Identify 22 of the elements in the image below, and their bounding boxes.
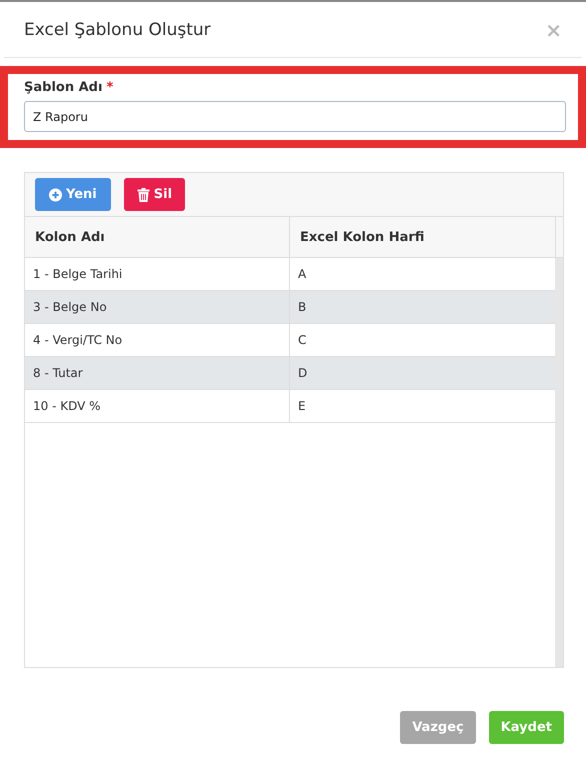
required-mark: * <box>106 80 114 95</box>
trash-icon <box>136 188 150 202</box>
delete-button[interactable]: Sil <box>124 178 186 211</box>
table-cell: 1 - Belge Tarihi <box>25 258 290 290</box>
input-field[interactable]: Z Raporu <box>24 101 566 132</box>
table-cell: 4 - Vergi/TC No <box>25 324 290 356</box>
cancel-button[interactable]: Vazgeç <box>400 711 476 744</box>
add-button[interactable]: Yeni <box>35 178 111 211</box>
table-cell: 3 - Belge No <box>25 291 290 323</box>
table-cell-text: E <box>297 398 307 415</box>
table-cell-text: B <box>297 299 308 316</box>
table-cell-text: D <box>297 365 308 382</box>
column-header[interactable]: Kolon Adı <box>25 217 290 257</box>
table-cell: 8 - Tutar <box>25 357 290 389</box>
table-cell: 10 - KDV % <box>25 390 290 422</box>
field-label: Şablon Adı <box>24 80 102 95</box>
table-cell-text: A <box>297 266 308 283</box>
save-button[interactable]: Kaydet <box>488 711 564 744</box>
dialog-title: Excel Şablonu Oluştur <box>24 20 211 40</box>
plus-circle-icon <box>49 188 62 202</box>
table-cell-text: C <box>297 332 308 349</box>
column-header[interactable]: Excel Kolon Harfi <box>290 217 556 257</box>
